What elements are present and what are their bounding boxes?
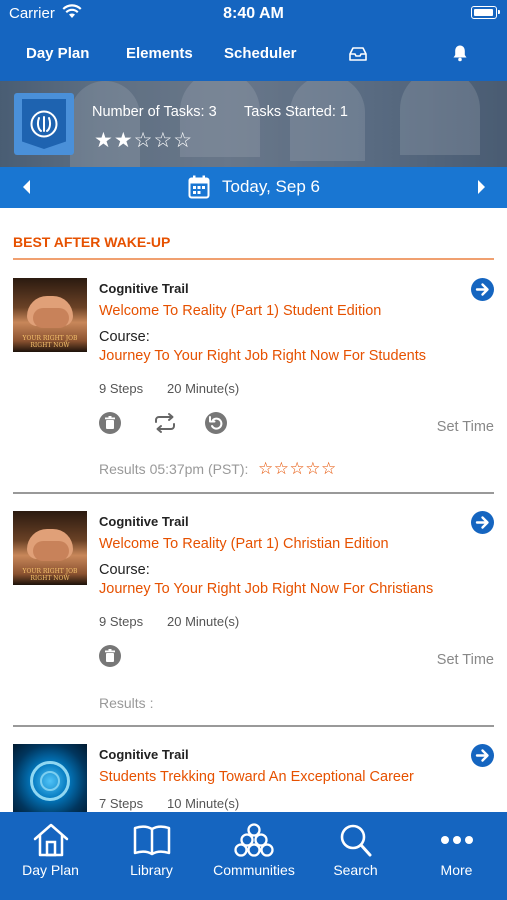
course-label: Course: bbox=[99, 329, 150, 345]
current-date[interactable]: Today, Sep 6 bbox=[222, 177, 320, 197]
book-icon bbox=[101, 822, 202, 858]
course-link[interactable]: Journey To Your Right Job Right Now For … bbox=[99, 348, 426, 364]
calendar-icon[interactable] bbox=[188, 175, 210, 204]
nav-search[interactable]: Search bbox=[305, 812, 406, 900]
task-title[interactable]: Students Trekking Toward An Exceptional … bbox=[99, 769, 414, 785]
app-screen: Carrier 8:40 AM Day Plan Elements Schedu… bbox=[0, 0, 507, 900]
card-divider bbox=[13, 492, 494, 494]
badge-icon bbox=[14, 93, 74, 155]
summary-banner: Number of Tasks: 3 Tasks Started: 1 ★★☆☆… bbox=[0, 81, 507, 167]
task-thumbnail: YOUR RIGHT JOB RIGHT NOW bbox=[13, 278, 87, 352]
date-bar: Today, Sep 6 bbox=[0, 167, 507, 208]
open-task-icon[interactable] bbox=[471, 278, 494, 301]
repeat-icon[interactable] bbox=[153, 412, 177, 439]
nav-label: Search bbox=[333, 862, 378, 878]
task-duration: 20 Minute(s) bbox=[167, 614, 240, 629]
delete-icon[interactable] bbox=[99, 412, 121, 434]
prev-day-icon[interactable] bbox=[20, 178, 32, 201]
thumbnail-caption: YOUR RIGHT JOB RIGHT NOW bbox=[22, 335, 78, 349]
task-card[interactable]: YOUR RIGHT JOB RIGHT NOW Cognitive Trail… bbox=[13, 278, 494, 488]
task-kind: Cognitive Trail bbox=[99, 747, 189, 762]
communities-icon bbox=[202, 822, 306, 858]
card-divider bbox=[13, 725, 494, 727]
task-card[interactable]: YOUR RIGHT JOB RIGHT NOW Cognitive Trail… bbox=[13, 511, 494, 711]
bell-icon[interactable] bbox=[452, 44, 468, 67]
rating-stars: ★★☆☆☆ bbox=[94, 129, 194, 152]
home-icon bbox=[0, 822, 101, 858]
task-thumbnail: YOUR RIGHT JOB RIGHT NOW bbox=[13, 511, 87, 585]
nav-library[interactable]: Library bbox=[101, 812, 202, 900]
task-card[interactable]: Cognitive Trail Students Trekking Toward… bbox=[13, 744, 494, 812]
task-duration: 20 Minute(s) bbox=[167, 381, 240, 396]
thumbnail-caption: YOUR RIGHT JOB RIGHT NOW bbox=[22, 568, 78, 582]
nav-label: Library bbox=[130, 862, 173, 878]
tab-elements[interactable]: Elements bbox=[126, 45, 193, 62]
tasks-count: Number of Tasks: 3 bbox=[92, 104, 217, 120]
task-title[interactable]: Welcome To Reality (Part 1) Student Edit… bbox=[99, 303, 381, 319]
open-task-icon[interactable] bbox=[471, 511, 494, 534]
delete-icon[interactable] bbox=[99, 645, 121, 667]
task-steps: 7 Steps bbox=[99, 796, 144, 811]
set-time-button[interactable]: Set Time bbox=[437, 652, 494, 668]
bottom-nav: Day Plan Library Communities Search More bbox=[0, 812, 507, 900]
tab-day-plan[interactable]: Day Plan bbox=[26, 45, 89, 62]
nav-label: More bbox=[440, 862, 473, 878]
tasks-started: Tasks Started: 1 bbox=[244, 104, 348, 120]
task-kind: Cognitive Trail bbox=[99, 281, 189, 296]
task-steps: 9 Steps bbox=[99, 381, 144, 396]
section-title: BEST AFTER WAKE-UP bbox=[13, 234, 171, 250]
nav-more[interactable]: More bbox=[406, 812, 507, 900]
inbox-icon[interactable] bbox=[348, 46, 368, 67]
nav-label: Communities bbox=[213, 862, 295, 878]
nav-label: Day Plan bbox=[22, 862, 79, 878]
status-bar: Carrier 8:40 AM bbox=[0, 0, 507, 26]
search-icon bbox=[305, 822, 406, 858]
results-stars[interactable]: ☆☆☆☆☆ bbox=[258, 459, 337, 479]
set-time-button[interactable]: Set Time bbox=[437, 419, 494, 435]
course-link[interactable]: Journey To Your Right Job Right Now For … bbox=[99, 581, 433, 597]
task-thumbnail bbox=[13, 744, 87, 812]
top-nav: Day Plan Elements Scheduler bbox=[0, 26, 507, 81]
open-task-icon[interactable] bbox=[471, 744, 494, 767]
task-duration: 10 Minute(s) bbox=[167, 796, 240, 811]
clock: 8:40 AM bbox=[223, 5, 284, 22]
task-title[interactable]: Welcome To Reality (Part 1) Christian Ed… bbox=[99, 536, 389, 552]
tab-scheduler[interactable]: Scheduler bbox=[224, 45, 297, 62]
battery-icon bbox=[471, 6, 500, 19]
nav-communities[interactable]: Communities bbox=[202, 812, 306, 900]
next-day-icon[interactable] bbox=[476, 178, 488, 201]
undo-icon[interactable] bbox=[205, 412, 227, 434]
more-icon bbox=[406, 822, 507, 858]
section-divider bbox=[13, 258, 494, 260]
task-kind: Cognitive Trail bbox=[99, 514, 189, 529]
nav-day-plan[interactable]: Day Plan bbox=[0, 812, 101, 900]
results-label: Results : bbox=[99, 695, 154, 711]
results-label: Results 05:37pm (PST): bbox=[99, 461, 249, 477]
task-steps: 9 Steps bbox=[99, 614, 144, 629]
course-label: Course: bbox=[99, 562, 150, 578]
